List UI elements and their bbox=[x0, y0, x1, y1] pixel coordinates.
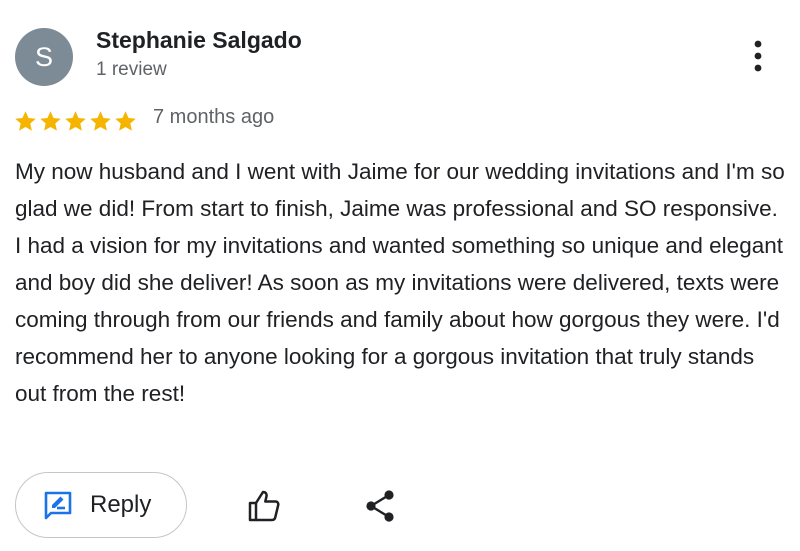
review-date: 7 months ago bbox=[153, 106, 275, 128]
rate-review-icon bbox=[44, 491, 72, 520]
thumb-up-icon bbox=[248, 490, 280, 522]
star-filled-icon bbox=[15, 110, 36, 131]
star-filled-icon bbox=[115, 110, 136, 131]
star-filled-icon bbox=[40, 110, 61, 131]
review-text: My now husband and I went with Jaime for… bbox=[15, 159, 785, 406]
avatar[interactable]: S bbox=[15, 28, 73, 86]
share-button[interactable] bbox=[358, 484, 402, 528]
share-icon bbox=[366, 490, 394, 522]
more-options-button[interactable] bbox=[740, 36, 776, 76]
more-vert-icon bbox=[754, 40, 762, 72]
star-rating bbox=[13, 107, 138, 135]
review-count: 1 review bbox=[96, 59, 167, 80]
star-filled-icon bbox=[65, 110, 86, 131]
star-filled-icon bbox=[90, 110, 111, 131]
like-button[interactable] bbox=[242, 484, 286, 528]
review-card: S Stephanie Salgado 1 review 7 months ag… bbox=[0, 0, 800, 551]
reply-button[interactable]: Reply bbox=[15, 472, 187, 538]
reply-label: Reply bbox=[90, 491, 152, 518]
avatar-initial: S bbox=[34, 41, 53, 72]
author-name[interactable]: Stephanie Salgado bbox=[96, 27, 302, 54]
